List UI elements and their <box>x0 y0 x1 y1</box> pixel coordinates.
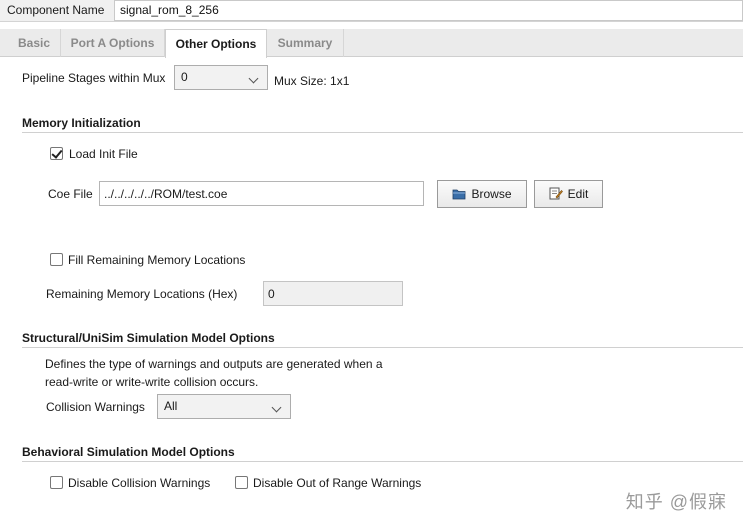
tab-port-a-options[interactable]: Port A Options <box>61 29 165 57</box>
section-divider <box>22 132 743 133</box>
pipeline-stages-value: 0 <box>181 70 188 84</box>
tab-other-options[interactable]: Other Options <box>165 29 267 58</box>
disable-out-of-range-label: Disable Out of Range Warnings <box>253 476 422 490</box>
folder-icon <box>452 188 466 203</box>
remaining-memory-input[interactable]: 0 <box>263 281 403 306</box>
component-name-label: Component Name <box>7 3 105 17</box>
load-init-file-checkbox[interactable] <box>50 147 63 160</box>
pipeline-stages-select[interactable]: 0 <box>174 65 268 90</box>
component-name-input[interactable]: signal_rom_8_256 <box>114 0 743 21</box>
memory-init-title: Memory Initialization <box>22 116 141 130</box>
tab-summary[interactable]: Summary <box>267 29 344 57</box>
collision-warnings-label: Collision Warnings <box>46 400 145 414</box>
tab-bar: Basic Port A Options Other Options Summa… <box>0 29 743 58</box>
section-divider <box>22 347 743 348</box>
load-init-file-label: Load Init File <box>69 147 138 161</box>
pipeline-stages-label: Pipeline Stages within Mux <box>22 71 166 85</box>
structural-options-title: Structural/UniSim Simulation Model Optio… <box>22 331 275 345</box>
mux-size-label: Mux Size: 1x1 <box>274 74 350 88</box>
edit-button-label: Edit <box>567 187 589 201</box>
coe-file-label: Coe File <box>48 187 93 201</box>
behavioral-options-title: Behavioral Simulation Model Options <box>22 445 235 459</box>
collision-warnings-value: All <box>164 399 178 413</box>
fill-remaining-label: Fill Remaining Memory Locations <box>68 253 246 267</box>
browse-button[interactable]: Browse <box>437 180 527 208</box>
collision-warnings-select[interactable]: All <box>157 394 291 419</box>
remaining-memory-label: Remaining Memory Locations (Hex) <box>46 287 238 301</box>
fill-remaining-checkbox[interactable] <box>50 253 63 266</box>
section-divider <box>22 461 743 462</box>
chevron-down-icon <box>248 73 259 84</box>
disable-collision-warnings-label: Disable Collision Warnings <box>68 476 211 490</box>
edit-document-icon <box>549 187 563 203</box>
browse-button-label: Browse <box>471 187 512 201</box>
chevron-down-icon <box>271 402 282 413</box>
watermark-text: 知乎 @假寐 <box>625 492 727 512</box>
component-name-row: Component Name signal_rom_8_256 <box>0 0 743 22</box>
structural-desc-line1: Defines the type of warnings and outputs… <box>45 357 383 371</box>
structural-desc-line2: read-write or write-write collision occu… <box>45 375 259 389</box>
tab-basic[interactable]: Basic <box>8 29 61 57</box>
disable-collision-warnings-checkbox[interactable] <box>50 476 63 489</box>
edit-button[interactable]: Edit <box>534 180 603 208</box>
coe-file-input[interactable]: ../../../../../ROM/test.coe <box>99 181 424 206</box>
disable-out-of-range-checkbox[interactable] <box>235 476 248 489</box>
